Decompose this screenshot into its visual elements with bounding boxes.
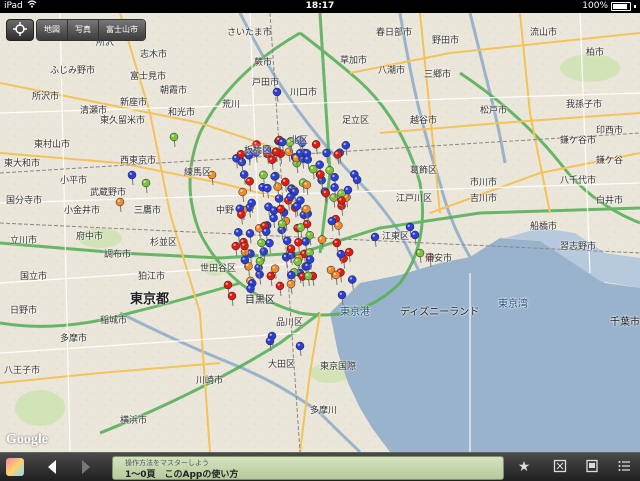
tab-map[interactable]: 地図	[37, 20, 68, 40]
place-label: 富士見市	[130, 72, 167, 82]
place-label: 練馬区	[184, 168, 212, 178]
clock: 18:17	[305, 1, 335, 11]
map-attribution-logo: Google	[6, 432, 48, 447]
place-label: 横浜市	[120, 416, 148, 426]
place-label: 中野	[216, 206, 235, 216]
place-label: 和光市	[168, 108, 196, 118]
place-label: 吉川市	[470, 194, 498, 204]
place-label: 流山市	[530, 28, 558, 38]
place-label: 志木市	[140, 50, 168, 60]
place-label: 柏市	[586, 48, 605, 58]
water-label: 東京港	[340, 307, 370, 318]
map-mode-segmented-control[interactable]: 地図 写真 富士山市	[36, 19, 146, 41]
place-label: 板橋区	[244, 146, 272, 156]
place-label: 国立市	[20, 272, 48, 282]
place-label: 立川市	[10, 236, 38, 246]
place-label: 目黒区	[245, 295, 275, 306]
place-label: 日野市	[10, 306, 38, 316]
place-label: 調布市	[104, 250, 132, 260]
place-label: 狛江市	[138, 272, 166, 282]
landmark-label-haneda: 東京国際	[320, 362, 357, 372]
place-label: 多摩市	[60, 334, 88, 344]
place-label: 船橋市	[530, 222, 558, 232]
bottom-toolbar: 操作方法をマスターしよう 1〜0頁 このAppの使い方 ★	[0, 452, 640, 481]
place-label: 国分寺市	[6, 196, 43, 206]
place-label: 葛飾区	[410, 166, 438, 176]
place-label: 稲城市	[100, 316, 128, 326]
battery-icon	[611, 2, 631, 11]
forward-arrow-icon[interactable]	[82, 460, 90, 474]
place-label: 蕨市	[254, 58, 273, 68]
place-label: 新座市	[120, 98, 148, 108]
place-label: 朝霞市	[160, 86, 188, 96]
guide-banner[interactable]: 操作方法をマスターしよう 1〜0頁 このAppの使い方	[112, 456, 504, 480]
place-label: 草加市	[340, 56, 368, 66]
place-label: 所沢市	[32, 92, 60, 102]
place-label: ふじみ野市	[50, 66, 96, 76]
place-label: 東久留米市	[100, 116, 146, 126]
place-label: 北区	[290, 136, 309, 146]
place-label: 鎌ケ谷	[596, 156, 624, 166]
place-label: 千葉市	[610, 317, 640, 328]
place-label: 鎌ケ谷市	[560, 136, 597, 146]
place-label: 川崎市	[196, 376, 224, 386]
map-view[interactable]: さいたま市 志木市 所沢市 新座市 朝霞市 和光市 清瀬市 東久留米市 東村山市…	[0, 13, 640, 452]
place-label: 荒川	[222, 100, 241, 110]
place-label: 戸田市	[252, 78, 280, 88]
place-label: 江戸川区	[396, 194, 433, 204]
crosshair-icon	[13, 21, 27, 40]
star-icon[interactable]: ★	[516, 459, 532, 475]
place-label: 越谷市	[410, 116, 438, 126]
place-label: 西東京市	[120, 156, 157, 166]
map-icon[interactable]	[552, 459, 568, 475]
place-label: 市川市	[470, 178, 498, 188]
place-label: 八千代市	[560, 176, 597, 186]
water-label: 東京湾	[498, 299, 528, 310]
place-label: 印西市	[596, 126, 624, 136]
place-label: 多摩川	[310, 406, 338, 416]
place-label: 八王子市	[4, 366, 41, 376]
place-label: 我孫子市	[566, 100, 603, 110]
place-label: 春日部市	[376, 28, 413, 38]
tab-photo[interactable]: 写真	[68, 20, 99, 40]
guide-title: 1〜0頁 このAppの使い方	[125, 470, 239, 480]
status-bar: iPad 18:17 100%	[0, 0, 640, 13]
place-label: 八潮市	[378, 66, 406, 76]
place-label: 三郷市	[424, 70, 452, 80]
place-label: 小金井市	[64, 206, 101, 216]
place-label: 松戸市	[480, 106, 508, 116]
place-label: 浦安市	[425, 254, 453, 264]
back-arrow-icon[interactable]	[48, 460, 56, 474]
place-label: さいたま市	[227, 28, 272, 38]
place-label: 江東区	[382, 232, 410, 242]
place-label: 東大和市	[4, 159, 41, 169]
place-label: 足立区	[342, 116, 370, 126]
place-label: 野田市	[432, 36, 460, 46]
place-label: 杉並区	[150, 238, 178, 248]
place-label: 大田区	[268, 360, 296, 370]
place-label: 白井市	[596, 196, 624, 206]
list-icon[interactable]	[616, 459, 632, 475]
place-label-tokyo: 東京都	[130, 292, 170, 307]
place-label: 東村山市	[34, 140, 71, 150]
battery-percent: 100%	[582, 1, 608, 11]
place-label: 武蔵野市	[90, 188, 127, 198]
tab-location[interactable]: 富士山市	[99, 20, 145, 40]
landmark-label-disneyland: ディズニーランド	[400, 307, 480, 318]
place-label: 川口市	[290, 88, 318, 98]
locate-button[interactable]	[6, 19, 34, 41]
place-label: 習志野市	[560, 242, 597, 252]
frame-icon[interactable]	[584, 459, 600, 475]
app-thumbnail-icon[interactable]	[6, 458, 24, 476]
place-label: 世田谷区	[200, 264, 237, 274]
place-label: 三鷹市	[134, 206, 162, 216]
place-label: 小平市	[60, 176, 88, 186]
place-label: 府中市	[76, 232, 104, 242]
place-label: 品川区	[276, 318, 304, 328]
